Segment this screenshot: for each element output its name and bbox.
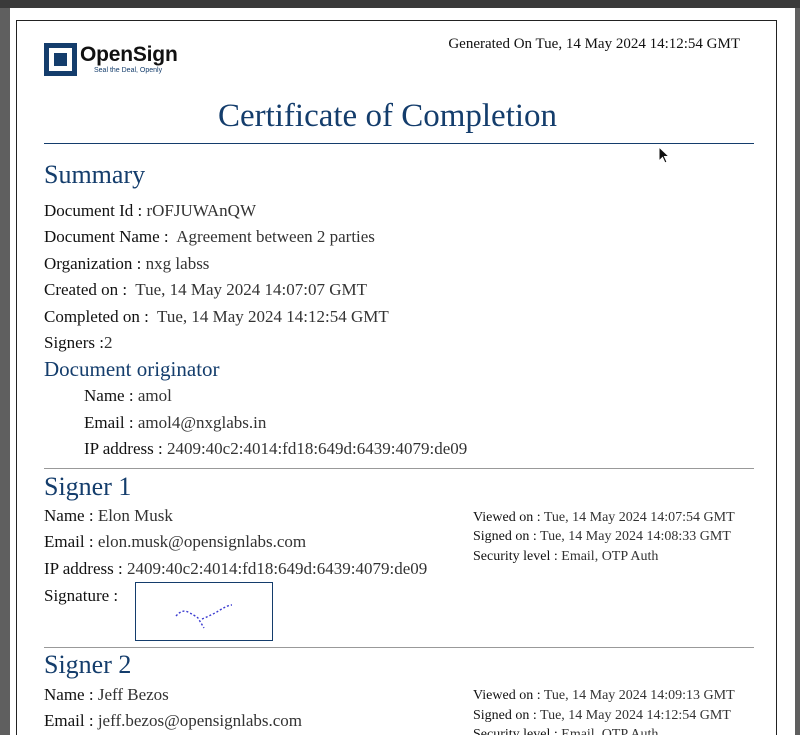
- signers-label: Signers :: [44, 333, 104, 352]
- signer2-email-value: jeff.bezos@opensignlabs.com: [97, 711, 303, 730]
- signer1-ip-row: IP address : 2409:40c2:4014:fd18:649d:64…: [44, 559, 427, 579]
- originator-email-value: amol4@nxglabs.in: [137, 413, 267, 432]
- signer1-signature-box: [135, 582, 273, 641]
- signer1-viewed-value: Tue, 14 May 2024 14:07:54 GMT: [543, 510, 735, 525]
- signer1-name-label: Name :: [44, 506, 94, 525]
- title-divider: [44, 143, 754, 144]
- signer1-signed-row: Signed on : Tue, 14 May 2024 14:08:33 GM…: [473, 529, 731, 545]
- signer1-signed-value: Tue, 14 May 2024 14:08:33 GMT: [540, 529, 731, 544]
- signer2-viewed-row: Viewed on : Tue, 14 May 2024 14:09:13 GM…: [473, 688, 735, 704]
- signer2-divider: [44, 647, 754, 648]
- signers-row: Signers :2: [44, 333, 112, 353]
- originator-name-value: amol: [137, 386, 172, 405]
- opensign-logo: OpenSign Seal the Deal, Openly: [44, 43, 178, 76]
- signer1-security-value: Email, OTP Auth: [561, 549, 659, 564]
- created-label: Created on :: [44, 280, 128, 299]
- document-id-row: Document Id : rOFJUWAnQW: [44, 201, 256, 221]
- signer1-security-label: Security level :: [473, 549, 558, 564]
- signer2-viewed-value: Tue, 14 May 2024 14:09:13 GMT: [543, 688, 735, 703]
- signer1-email-label: Email :: [44, 532, 94, 551]
- logo-name: OpenSign: [80, 43, 178, 66]
- signer2-name-row: Name : Jeff Bezos: [44, 685, 169, 705]
- signer2-security-label: Security level :: [473, 727, 558, 735]
- signer1-signed-label: Signed on :: [473, 529, 537, 544]
- logo-tagline: Seal the Deal, Openly: [94, 67, 163, 74]
- mouse-cursor-icon: [658, 146, 671, 164]
- signer2-email-row: Email : jeff.bezos@opensignlabs.com: [44, 711, 302, 731]
- viewer-top-bar: [0, 0, 800, 8]
- document-name-row: Document Name : Agreement between 2 part…: [44, 227, 375, 247]
- signers-value: 2: [103, 333, 113, 352]
- signer2-heading: Signer 2: [44, 650, 132, 679]
- signer1-signature-label: Signature :: [44, 586, 119, 605]
- originator-name-label: Name :: [84, 386, 134, 405]
- completed-value: Tue, 14 May 2024 14:12:54 GMT: [157, 307, 389, 326]
- signer2-viewed-label: Viewed on :: [473, 688, 541, 703]
- signer1-security-row: Security level : Email, OTP Auth: [473, 549, 658, 565]
- signer1-divider: [44, 468, 754, 469]
- created-row: Created on : Tue, 14 May 2024 14:07:07 G…: [44, 280, 367, 300]
- completed-row: Completed on : Tue, 14 May 2024 14:12:54…: [44, 307, 389, 327]
- document-name-value: Agreement between 2 parties: [176, 227, 375, 246]
- signer1-viewed-row: Viewed on : Tue, 14 May 2024 14:07:54 GM…: [473, 510, 735, 526]
- created-value: Tue, 14 May 2024 14:07:07 GMT: [135, 280, 368, 299]
- signer2-signed-row: Signed on : Tue, 14 May 2024 14:12:54 GM…: [473, 708, 731, 724]
- organization-label: Organization :: [44, 254, 142, 273]
- organization-value: nxg labss: [145, 254, 210, 273]
- completed-label: Completed on :: [44, 307, 149, 326]
- originator-ip-value: 2409:40c2:4014:fd18:649d:6439:4079:de09: [166, 439, 468, 458]
- signer1-viewed-label: Viewed on :: [473, 510, 541, 525]
- originator-ip-row: IP address : 2409:40c2:4014:fd18:649d:64…: [84, 439, 467, 459]
- signer2-security-value: Email, OTP Auth: [561, 727, 659, 735]
- signer2-security-row: Security level : Email, OTP Auth: [473, 727, 658, 735]
- summary-heading: Summary: [44, 160, 146, 189]
- originator-email-row: Email : amol4@nxglabs.in: [84, 413, 266, 433]
- document-id-label: Document Id :: [44, 201, 143, 220]
- signer2-name-label: Name :: [44, 685, 94, 704]
- signer2-email-label: Email :: [44, 711, 94, 730]
- originator-email-label: Email :: [84, 413, 134, 432]
- signature-image: [175, 604, 233, 629]
- generated-timestamp: Generated On Tue, 14 May 2024 14:12:54 G…: [448, 36, 740, 52]
- signer1-email-value: elon.musk@opensignlabs.com: [97, 532, 307, 551]
- signer2-name-value: Jeff Bezos: [97, 685, 169, 704]
- organization-row: Organization : nxg labss: [44, 254, 209, 274]
- signer1-heading: Signer 1: [44, 472, 132, 501]
- signer1-ip-value: 2409:40c2:4014:fd18:649d:6439:4079:de09: [126, 559, 428, 578]
- document-name-label: Document Name :: [44, 227, 169, 246]
- signer2-signed-value: Tue, 14 May 2024 14:12:54 GMT: [540, 708, 731, 723]
- signer1-ip-label: IP address :: [44, 559, 123, 578]
- signer1-name-row: Name : Elon Musk: [44, 506, 173, 526]
- originator-name-row: Name : amol: [84, 386, 172, 406]
- originator-heading: Document originator: [44, 357, 220, 381]
- document-id-value: rOFJUWAnQW: [146, 201, 256, 220]
- logo-mark-icon: [44, 43, 77, 76]
- signer1-name-value: Elon Musk: [97, 506, 173, 525]
- signer1-email-row: Email : elon.musk@opensignlabs.com: [44, 532, 306, 552]
- signer2-signed-label: Signed on :: [473, 708, 537, 723]
- certificate-title: Certificate of Completion: [217, 98, 558, 134]
- originator-ip-label: IP address :: [84, 439, 163, 458]
